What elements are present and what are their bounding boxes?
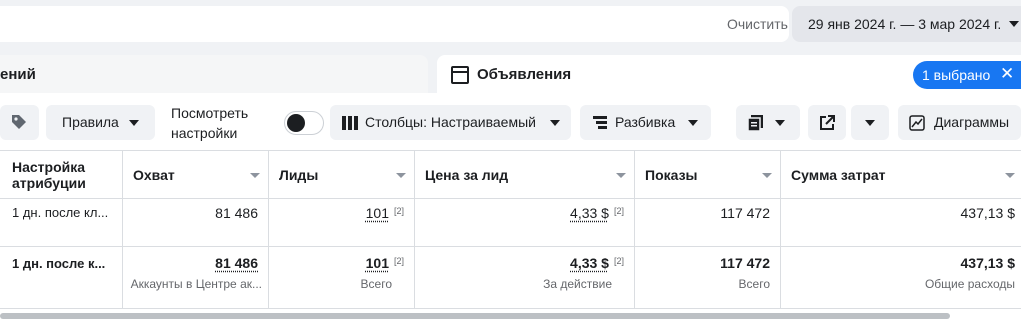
sort-icon[interactable] (1005, 173, 1015, 178)
tag-icon (12, 115, 26, 129)
total-cpl: 4,33 $ [2] За действие (415, 247, 635, 309)
horizontal-scrollbar[interactable] (0, 313, 950, 319)
charts-button[interactable]: Диаграммы (898, 105, 1021, 140)
total-attribution: 1 дн. после к... (12, 256, 106, 271)
cell-attribution: 1 дн. после кл... (12, 205, 109, 220)
total-cpl-value[interactable]: 4,33 $ (570, 255, 609, 271)
table-row[interactable]: 1 дн. после кл... (0, 199, 123, 247)
ad-icon (451, 66, 469, 84)
reports-icon (748, 115, 763, 131)
total-row: 1 дн. после к... (0, 247, 123, 309)
total-cpl-note: [2] (613, 256, 624, 266)
col-header-impressions-label: Показы (645, 167, 698, 183)
tab-ad-sets[interactable]: ений (0, 55, 428, 93)
col-header-reach[interactable]: Охват (123, 151, 269, 199)
cell-cpl: 4,33 $ [2] (415, 199, 635, 247)
total-reach-sub: Аккаунты в Центре ак... (130, 277, 262, 291)
total-leads-value[interactable]: 101 (366, 255, 389, 271)
search-bar[interactable] (0, 6, 789, 42)
toggle-knob (287, 114, 305, 132)
total-impressions-sub: Всего (738, 277, 770, 291)
date-range-picker[interactable]: 29 янв 2024 г. — 3 мар 2024 г. (792, 6, 1021, 42)
sort-icon[interactable] (396, 173, 406, 178)
view-settings-toggle[interactable] (284, 111, 324, 135)
chevron-down-icon (1009, 21, 1019, 27)
leads-note: [2] (393, 206, 404, 216)
close-icon[interactable]: ✕ (1000, 65, 1014, 83)
col-header-spend[interactable]: Сумма затрат (781, 151, 1021, 199)
chevron-down-icon (688, 120, 698, 126)
total-leads-sub: Всего (360, 277, 392, 291)
spend-value: 437,13 $ (960, 205, 1016, 221)
impressions-value: 117 472 (720, 205, 770, 221)
col-header-attribution-line2: атрибуции (12, 175, 86, 191)
charts-label: Диаграммы (934, 114, 1010, 130)
sort-icon[interactable] (762, 173, 772, 178)
rules-label: Правила (62, 114, 119, 130)
sort-icon[interactable] (250, 173, 260, 178)
date-range-label: 29 янв 2024 г. — 3 мар 2024 г. (808, 16, 1002, 32)
col-header-cpl[interactable]: Цена за лид (415, 151, 635, 199)
clear-search-button[interactable]: Очистить (727, 16, 788, 32)
tag-button[interactable] (0, 105, 39, 140)
view-settings-line2: настройки (171, 125, 238, 141)
export-icon (820, 115, 835, 130)
view-settings-line1: Посмотреть (171, 105, 249, 121)
cell-reach: 81 486 (123, 199, 269, 247)
reports-button[interactable] (736, 105, 800, 140)
total-leads: 101 [2] Всего (269, 247, 415, 309)
total-cpl-sub: За действие (543, 277, 612, 291)
col-header-attribution[interactable]: Настройка атрибуции (0, 151, 123, 199)
chart-icon (909, 115, 925, 131)
leads-value[interactable]: 101 (366, 205, 389, 221)
col-header-leads[interactable]: Лиды (269, 151, 415, 199)
cell-spend: 437,13 $ (781, 199, 1021, 247)
export-button[interactable] (808, 105, 846, 140)
total-impressions: 117 472 Всего (635, 247, 781, 309)
selected-count-label: 1 выбрано (922, 67, 991, 83)
col-header-attribution-line1: Настройка (12, 159, 86, 175)
sort-icon[interactable] (616, 173, 626, 178)
tab-ad-sets-label: ений (0, 66, 36, 83)
cpl-value[interactable]: 4,33 $ (570, 205, 609, 221)
total-spend-sub: Общие расходы (924, 277, 1015, 291)
breakdown-button[interactable]: Разбивка (580, 105, 711, 140)
cpl-note: [2] (613, 206, 624, 216)
columns-label: Столбцы: Настраиваемый (365, 114, 536, 130)
rules-button[interactable]: Правила (46, 105, 155, 140)
total-impressions-value: 117 472 (720, 255, 770, 271)
chevron-down-icon (775, 120, 785, 126)
chevron-down-icon (129, 120, 139, 126)
total-reach: 81 486 Аккаунты в Центре ак... (123, 247, 269, 309)
col-header-impressions[interactable]: Показы (635, 151, 781, 199)
breakdown-icon (593, 116, 607, 129)
col-header-leads-label: Лиды (279, 167, 319, 183)
total-spend-value: 437,13 $ (960, 255, 1016, 271)
total-leads-note: [2] (393, 256, 404, 266)
col-header-reach-label: Охват (133, 167, 175, 183)
total-reach-value[interactable]: 81 486 (215, 255, 258, 271)
columns-icon (342, 116, 358, 130)
tab-ads-label: Объявления (477, 66, 572, 83)
columns-button[interactable]: Столбцы: Настраиваемый (330, 105, 571, 140)
col-header-cpl-label: Цена за лид (425, 167, 509, 183)
col-header-spend-label: Сумма затрат (791, 167, 886, 183)
export-menu-button[interactable] (851, 105, 889, 140)
chevron-down-icon (865, 120, 875, 126)
view-settings-label: Посмотреть настройки (171, 103, 248, 143)
cell-leads: 101 [2] (269, 199, 415, 247)
reach-value: 81 486 (215, 205, 258, 221)
chevron-down-icon (550, 120, 560, 126)
selected-count-pill[interactable]: 1 выбрано ✕ (913, 61, 1021, 89)
breakdown-label: Разбивка (615, 114, 676, 130)
cell-impressions: 117 472 (635, 199, 781, 247)
total-spend: 437,13 $ Общие расходы (781, 247, 1021, 309)
